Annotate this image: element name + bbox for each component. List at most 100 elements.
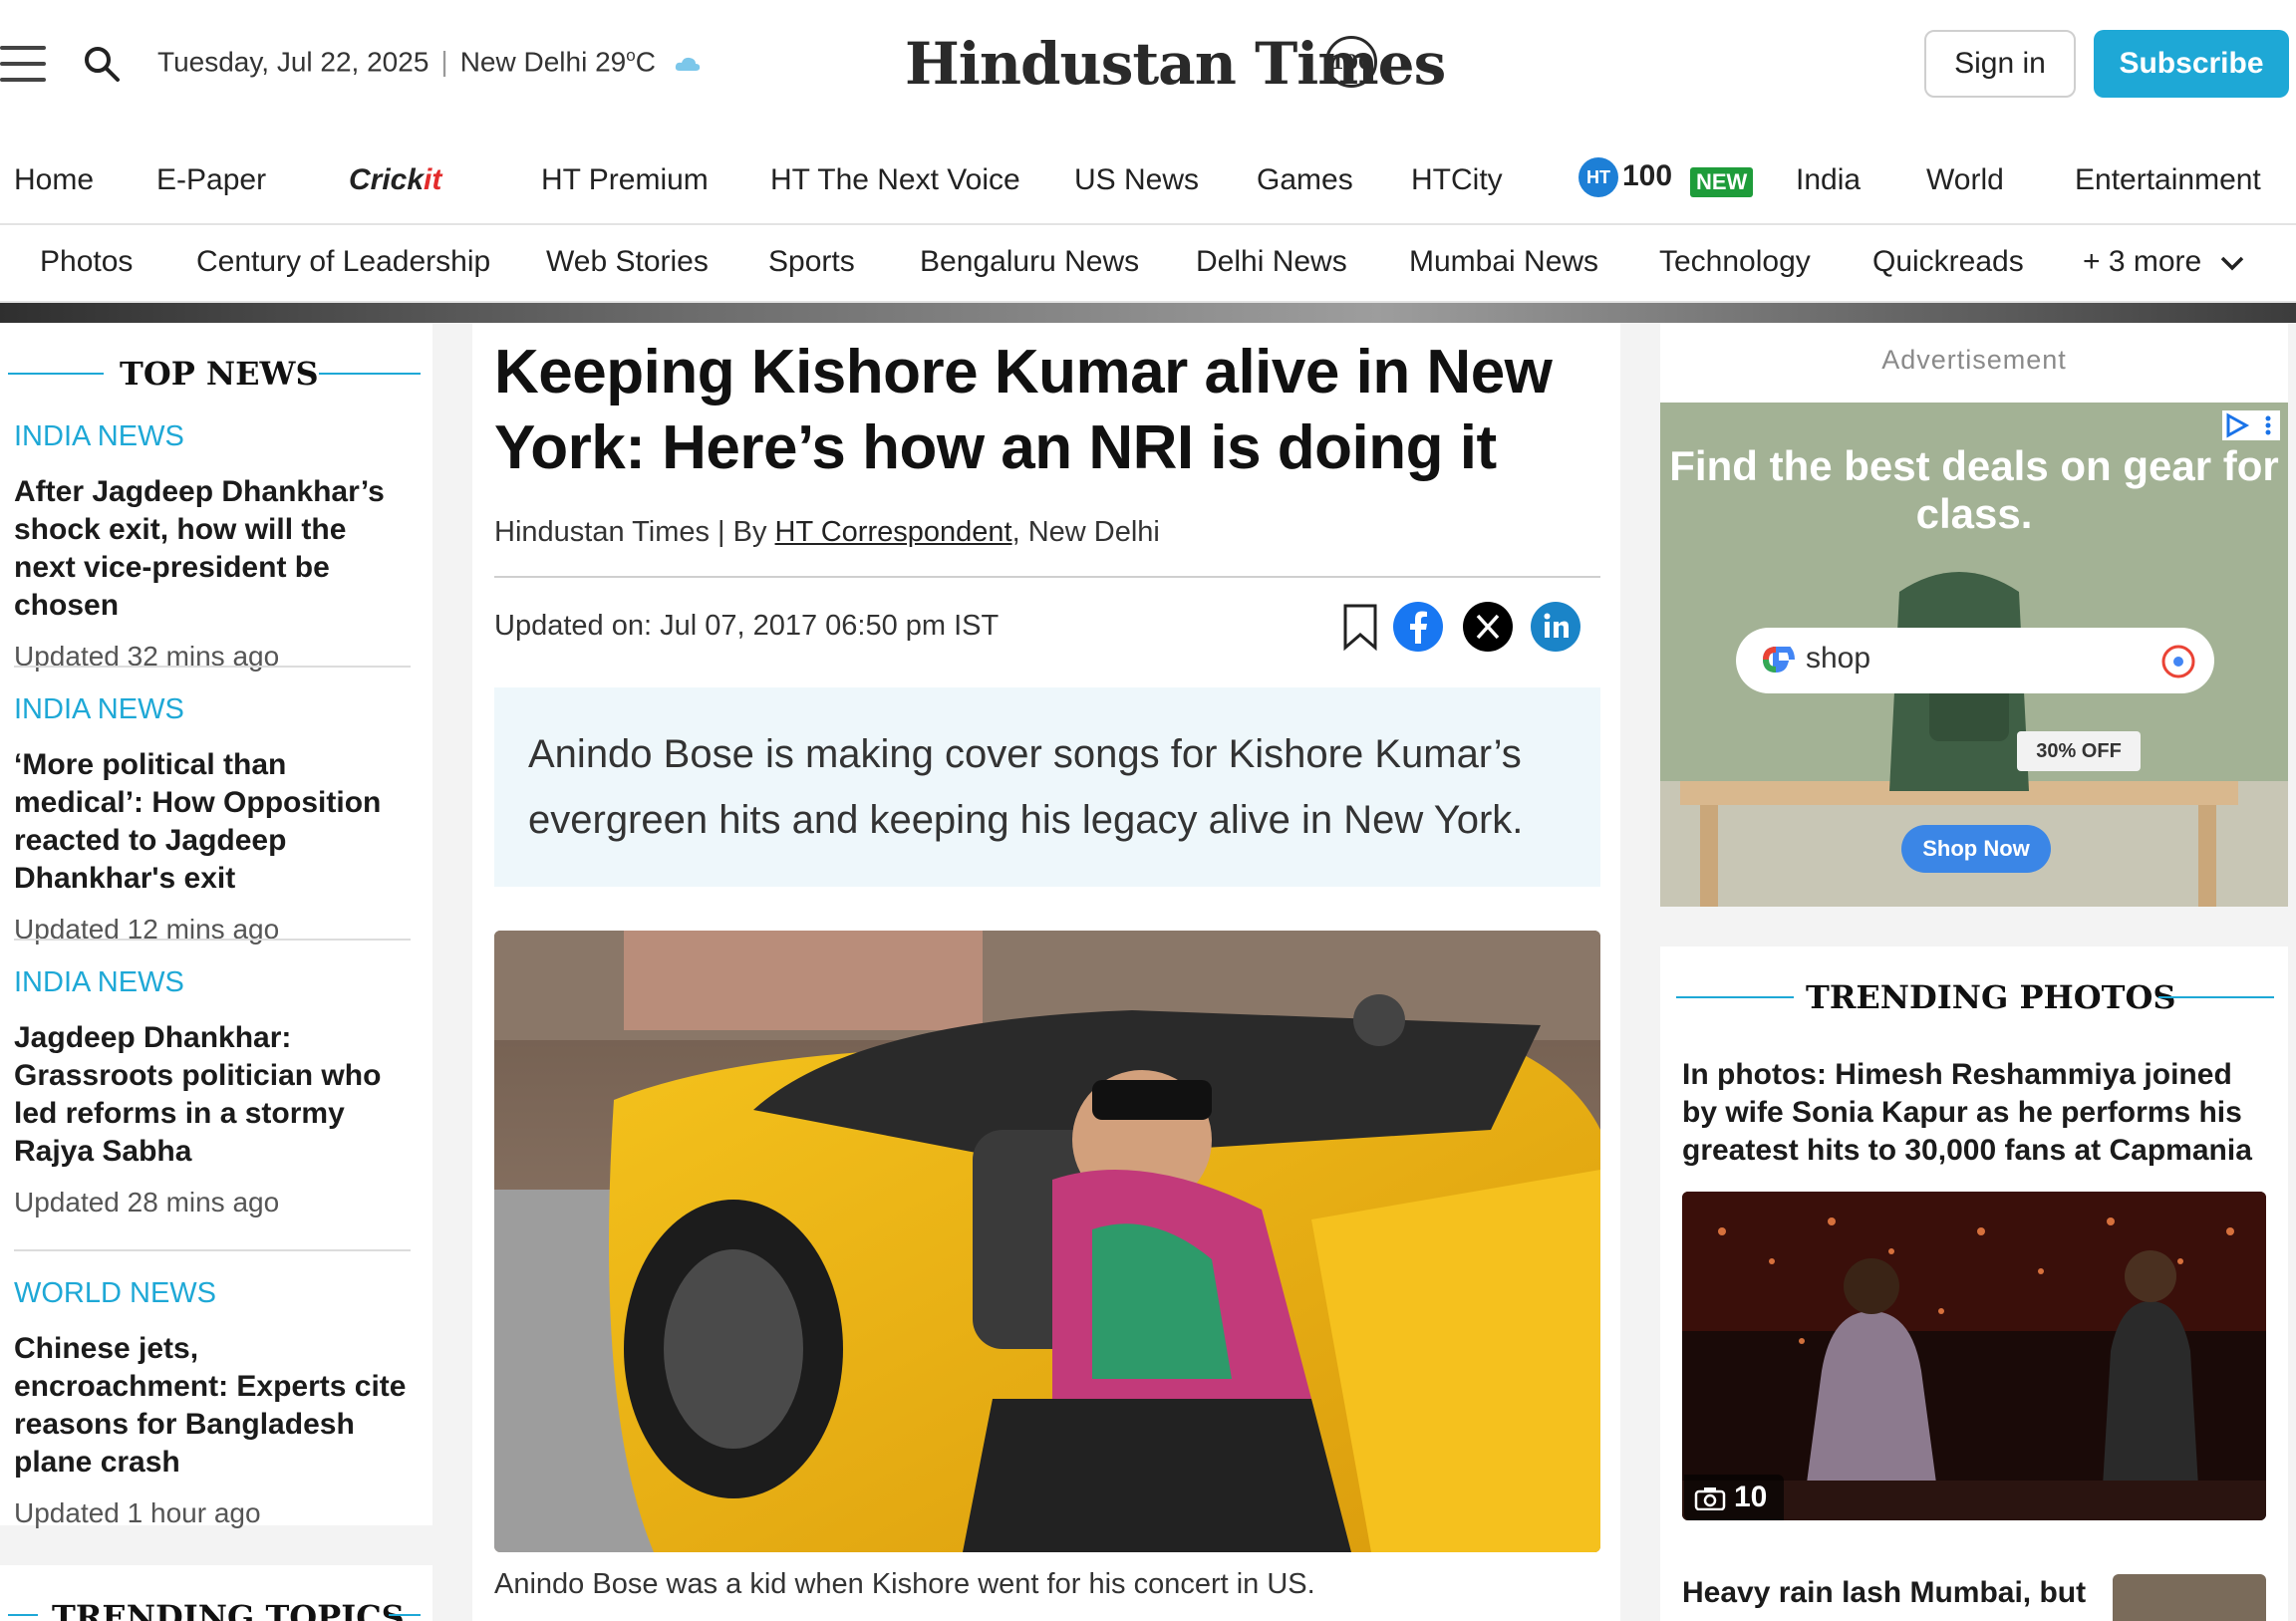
more-label: + 3 more bbox=[2083, 245, 2202, 278]
linkedin-icon[interactable] bbox=[1531, 602, 1580, 652]
subscribe-button[interactable]: Subscribe bbox=[2094, 30, 2289, 98]
trending-photos-title: TRENDING PHOTOS bbox=[1806, 978, 2176, 1016]
cricket-label: Crick bbox=[349, 163, 425, 196]
nav-home[interactable]: Home bbox=[14, 163, 94, 197]
nav-quickreads[interactable]: Quickreads bbox=[1872, 245, 2024, 279]
story-category[interactable]: INDIA NEWS bbox=[14, 966, 413, 999]
nav-us-news[interactable]: US News bbox=[1074, 163, 1199, 197]
chevron-down-icon bbox=[2220, 256, 2243, 271]
nav-web-stories[interactable]: Web Stories bbox=[546, 245, 709, 279]
date-weather: Tuesday, Jul 22, 2025 | New Delhi 29oC bbox=[157, 46, 702, 78]
article-photo[interactable] bbox=[494, 931, 1600, 1552]
title-rule-right bbox=[319, 373, 421, 375]
article-summary-box: Anindo Bose is making cover songs for Ki… bbox=[494, 687, 1600, 887]
story-updated: Updated 28 mins ago bbox=[14, 1187, 280, 1217]
logo-100-badge: 100 bbox=[1325, 36, 1377, 88]
ad-discount-tag: 30% OFF bbox=[2017, 731, 2141, 771]
list-item[interactable]: INDIA NEWS ‘More political than medical’… bbox=[14, 693, 413, 946]
story-category[interactable]: WORLD NEWS bbox=[14, 1277, 413, 1310]
divider bbox=[14, 1249, 411, 1251]
list-item[interactable]: INDIA NEWS Jagdeep Dhankhar: Grassroots … bbox=[14, 966, 413, 1218]
byline-source: Hindustan Times | By bbox=[494, 516, 775, 548]
nav-ht-premium[interactable]: HT Premium bbox=[541, 163, 709, 197]
top-news-title: TOP NEWS bbox=[120, 355, 319, 393]
title-rule-left bbox=[1676, 996, 1794, 998]
adchoices-icon[interactable] bbox=[2222, 410, 2280, 440]
article-summary: Anindo Bose is making cover songs for Ki… bbox=[528, 732, 1524, 842]
search-icon[interactable] bbox=[82, 44, 122, 84]
weather-location: New Delhi 29 bbox=[459, 46, 627, 78]
nav-htcity[interactable]: HTCity bbox=[1411, 163, 1503, 197]
nav-epaper[interactable]: E-Paper bbox=[156, 163, 266, 197]
hero-strip bbox=[0, 303, 2296, 323]
byline-location: , New Delhi bbox=[1011, 516, 1160, 548]
bookmark-icon[interactable] bbox=[1335, 602, 1385, 652]
ht100-logo-icon: HT bbox=[1578, 157, 1618, 197]
x-icon[interactable] bbox=[1463, 602, 1513, 652]
ad-search-bar[interactable]: shop bbox=[1736, 628, 2214, 693]
title-rule-right bbox=[389, 1614, 421, 1616]
trending-topics-title: TRENDING TOPICS bbox=[52, 1598, 405, 1621]
list-item[interactable]: INDIA NEWS After Jagdeep Dhankhar’s shoc… bbox=[14, 420, 413, 673]
story-updated: Updated 1 hour ago bbox=[14, 1497, 261, 1528]
story-category[interactable]: INDIA NEWS bbox=[14, 693, 413, 726]
story-updated: Updated 32 mins ago bbox=[14, 641, 280, 672]
story-headline[interactable]: After Jagdeep Dhankhar’s shock exit, how… bbox=[14, 473, 413, 625]
story-updated: Updated 12 mins ago bbox=[14, 914, 280, 945]
nav-more-button[interactable]: + 3 more bbox=[2083, 245, 2246, 279]
story-headline[interactable]: Jagdeep Dhankhar: Grassroots politician … bbox=[14, 1019, 413, 1171]
ad-headline: Find the best deals on gear for class. bbox=[1669, 442, 2279, 537]
ad-search-text: shop bbox=[1806, 642, 1871, 675]
article-headline: Keeping Kishore Kumar alive in New York:… bbox=[494, 338, 1553, 482]
nav-bengaluru-news[interactable]: Bengaluru News bbox=[920, 245, 1139, 279]
trending-photo-headline[interactable]: In photos: Himesh Reshammiya joined by w… bbox=[1682, 1056, 2270, 1170]
article-updated: Updated on: Jul 07, 2017 06:50 pm IST bbox=[494, 610, 1000, 642]
trending-photo[interactable] bbox=[1682, 1192, 2266, 1520]
divider bbox=[494, 576, 1600, 578]
nav-ht100[interactable]: HT 100 bbox=[1578, 157, 1672, 197]
nav-entertainment[interactable]: Entertainment bbox=[2075, 163, 2261, 197]
author-link[interactable]: HT Correspondent bbox=[775, 516, 1012, 548]
advertisement[interactable]: Find the best deals on gear for class. s… bbox=[1660, 403, 2288, 907]
nav-games[interactable]: Games bbox=[1257, 163, 1353, 197]
temp-unit: C bbox=[635, 46, 656, 78]
trending-photo-thumbnail[interactable] bbox=[2113, 1574, 2266, 1621]
nav-century-of-leadership[interactable]: Century of Leadership bbox=[196, 245, 490, 279]
cloud-icon bbox=[675, 57, 700, 71]
title-rule-left bbox=[8, 1614, 38, 1616]
camera-icon bbox=[1694, 1487, 1726, 1511]
photo-count: 10 bbox=[1734, 1481, 1768, 1513]
site-header: Tuesday, Jul 22, 2025 | New Delhi 29oC Hin… bbox=[0, 0, 2296, 132]
divider bbox=[14, 939, 411, 941]
new-badge: NEW bbox=[1690, 167, 1754, 197]
trending-photo-headline[interactable]: Heavy rain lash Mumbai, but bbox=[1682, 1574, 2086, 1612]
secondary-nav: Photos Century of Leadership Web Stories… bbox=[0, 223, 2296, 303]
nav-photos[interactable]: Photos bbox=[40, 245, 133, 279]
list-item[interactable]: WORLD NEWS Chinese jets, encroachment: E… bbox=[14, 1277, 413, 1529]
title-rule-right bbox=[2158, 996, 2274, 998]
facebook-icon[interactable] bbox=[1393, 602, 1443, 652]
nav-india[interactable]: India bbox=[1796, 163, 1861, 197]
google-icon bbox=[1762, 647, 1795, 674]
ad-shop-now-button[interactable]: Shop Now bbox=[1901, 825, 2051, 873]
nav-sports[interactable]: Sports bbox=[768, 245, 855, 279]
hamburger-icon[interactable] bbox=[0, 46, 50, 82]
nav-technology[interactable]: Technology bbox=[1659, 245, 1811, 279]
degree-sign: o bbox=[626, 46, 636, 65]
story-headline[interactable]: ‘More political than medical’: How Oppos… bbox=[14, 746, 413, 898]
title-rule-left bbox=[8, 373, 104, 375]
article-byline: Hindustan Times | By HT Correspondent, N… bbox=[494, 516, 1160, 549]
divider bbox=[14, 666, 411, 668]
story-headline[interactable]: Chinese jets, encroachment: Experts cite… bbox=[14, 1330, 413, 1482]
primary-nav: Home E-Paper Crickit HT Premium HT The N… bbox=[0, 149, 2296, 221]
nav-delhi-news[interactable]: Delhi News bbox=[1196, 245, 1347, 279]
nav-next-voice[interactable]: HT The Next Voice bbox=[770, 163, 1020, 197]
story-category[interactable]: INDIA NEWS bbox=[14, 420, 413, 453]
sign-in-button[interactable]: Sign in bbox=[1924, 30, 2076, 98]
nav-world[interactable]: World bbox=[1926, 163, 2004, 197]
nav-mumbai-news[interactable]: Mumbai News bbox=[1409, 245, 1598, 279]
nav-cricket[interactable]: Crickit bbox=[349, 163, 441, 197]
date-separator: | bbox=[440, 46, 448, 78]
ht100-label: 100 bbox=[1622, 158, 1673, 192]
google-lens-icon bbox=[2161, 645, 2195, 678]
